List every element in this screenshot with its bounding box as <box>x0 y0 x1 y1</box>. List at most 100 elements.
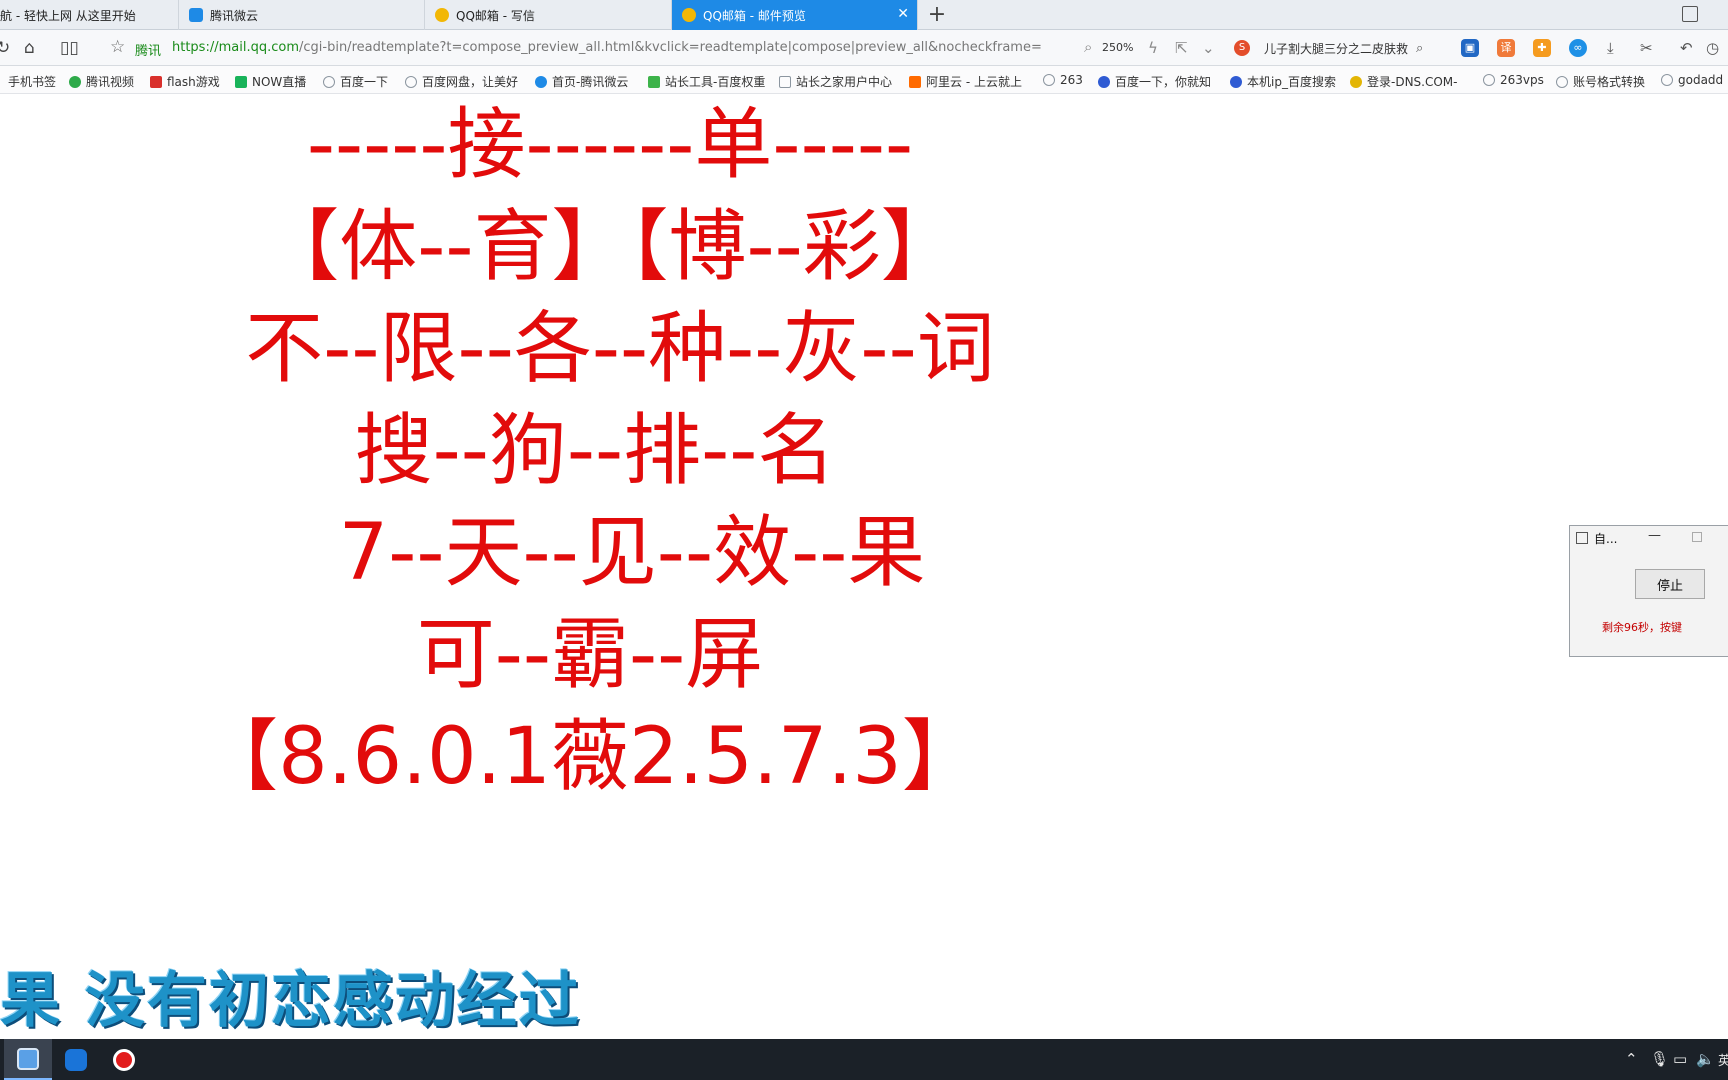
search-box[interactable]: S 儿子割大腿三分之二皮肤救 ⌕ <box>1234 36 1448 60</box>
taskbar-recorder[interactable] <box>100 1039 148 1080</box>
bookmark-label: NOW直播 <box>252 75 307 89</box>
close-tab-icon[interactable]: ✕ <box>897 6 909 22</box>
minimize-button[interactable]: — <box>1648 528 1661 543</box>
undo-icon[interactable]: ↶ <box>1680 39 1693 57</box>
bookmark-item[interactable]: 263 <box>1043 73 1083 87</box>
zoom-level: 250% <box>1102 41 1134 54</box>
download-icon[interactable]: ⤓ <box>1607 39 1614 57</box>
app-icon <box>1576 532 1588 544</box>
scissors-icon[interactable]: ✂ <box>1640 39 1653 57</box>
content-line: 【体--育】【博--彩】 <box>261 202 959 292</box>
content-line: -----接------单----- <box>306 100 914 190</box>
stop-button[interactable]: 停止 <box>1635 569 1705 599</box>
tab-3-label: QQ邮箱 - 邮件预览 <box>703 8 806 23</box>
bookmark-item[interactable]: 登录-DNS.COM- <box>1350 73 1458 90</box>
mail-preview-content: -----接------单----- 【体--育】【博--彩】 不--限--各-… <box>0 95 1728 1039</box>
cloud-icon <box>189 8 203 22</box>
globe-icon <box>1043 74 1055 86</box>
bookmark-item[interactable]: 首页-腾讯微云 <box>535 73 628 90</box>
bookmark-label: 百度网盘，让美好 <box>422 75 519 89</box>
bookmark-label: 账号格式转换 <box>1573 75 1646 89</box>
bookmark-item[interactable]: 站长工具-百度权重 <box>648 73 765 90</box>
bookmark-item[interactable]: NOW直播 <box>235 73 306 90</box>
bookmark-item[interactable]: godadd <box>1661 73 1723 87</box>
tab-strip: 航 - 轻快上网 从这里开始 腾讯微云 QQ邮箱 - 写信 QQ邮箱 - 邮件预… <box>0 0 1728 30</box>
address-bar: ↻ ⌂ ▯▯ ☆ 腾讯 https://mail.qq.com/cgi-bin/… <box>0 30 1728 66</box>
bookmark-item[interactable]: 腾讯视频 <box>69 73 134 90</box>
site-label: 腾讯 <box>135 44 162 59</box>
seo-tool-icon <box>648 75 660 88</box>
bookmark-item[interactable]: 站长之家用户中心 <box>779 73 892 90</box>
bookmark-item[interactable]: 本机ip_百度搜索 <box>1230 73 1336 90</box>
tab-2[interactable]: QQ邮箱 - 写信 <box>425 0 672 30</box>
bookmark-label: 本机ip_百度搜索 <box>1247 75 1336 89</box>
bookmark-label: 阿里云 - 上云就上 <box>926 75 1022 89</box>
kugou-icon <box>65 1048 87 1071</box>
content-line: 不--限--各--种--灰--词 <box>245 304 995 394</box>
tab-1[interactable]: 腾讯微云 <box>179 0 425 30</box>
bookmark-item[interactable]: 阿里云 - 上云就上 <box>909 73 1022 90</box>
bookmark-item[interactable]: 263vps <box>1483 73 1544 87</box>
dns-icon <box>1350 75 1362 88</box>
taskbar-browser[interactable] <box>4 1039 52 1080</box>
bookmark-label: 手机书签 <box>8 75 57 89</box>
infinity-icon[interactable]: ∞ <box>1569 39 1587 57</box>
flash-game-icon <box>150 75 162 88</box>
bookmark-item[interactable]: flash游戏 <box>150 73 220 90</box>
window-menu-icon[interactable] <box>1682 6 1698 22</box>
bookmark-label: 百度一下 <box>340 75 389 89</box>
baidu-paw-icon <box>1098 75 1110 88</box>
network-icon[interactable]: ▭ <box>1673 1050 1687 1068</box>
mini-window-title: 自... <box>1594 531 1618 546</box>
microphone-icon[interactable]: 🎙 <box>1650 1050 1669 1068</box>
taskbar-kugou[interactable] <box>52 1039 100 1080</box>
bookmark-item[interactable]: 百度网盘，让美好 <box>405 73 518 90</box>
bookmark-item[interactable]: 账号格式转换 <box>1556 73 1645 90</box>
chevron-up-icon[interactable]: ⌃ <box>1625 1050 1638 1068</box>
maximize-button[interactable] <box>1692 532 1702 542</box>
now-live-icon <box>235 75 247 88</box>
url-path: /cgi-bin/readtemplate?t=compose_preview_… <box>299 40 1042 55</box>
tab-0[interactable]: 航 - 轻快上网 从这里开始 <box>0 0 179 30</box>
content-line: 【8.6.0.1薇2.5.7.3】 <box>200 712 980 802</box>
bookmark-item[interactable]: 百度一下 <box>323 73 388 90</box>
reader-icon[interactable]: ▯▯ <box>60 38 79 58</box>
sogou-search-icon: S <box>1234 40 1250 56</box>
flash-icon[interactable]: ϟ <box>1148 39 1158 57</box>
zoom-icon[interactable]: ⌕ <box>1084 38 1092 56</box>
tab-1-label: 腾讯微云 <box>210 8 259 23</box>
bookmark-star-icon[interactable]: ☆ <box>110 37 125 57</box>
bookmark-item[interactable]: 手机书签 <box>8 73 56 90</box>
bookmark-label: 263vps <box>1500 73 1544 87</box>
home-icon[interactable]: ⌂ <box>24 38 35 58</box>
qqmail-icon <box>435 8 449 22</box>
volume-icon[interactable]: 🔈 <box>1696 1050 1715 1068</box>
extension-icon[interactable]: ▣ <box>1461 39 1479 57</box>
bookmark-label: 百度一下，你就知 <box>1115 75 1212 89</box>
browser-icon <box>17 1047 39 1070</box>
taskbar: ⌃ 🎙 ▭ 🔈 英 <box>0 1039 1728 1080</box>
video-subtitle: 果 没有初恋感动经过 <box>0 966 581 1036</box>
input-language[interactable]: 英 <box>1718 1050 1728 1069</box>
new-tab-button[interactable]: + <box>925 2 949 27</box>
game-icon[interactable]: ✚ <box>1533 39 1551 57</box>
refresh-icon[interactable]: ↻ <box>0 38 10 58</box>
cloud-icon <box>535 75 547 88</box>
url-input[interactable]: https://mail.qq.com/cgi-bin/readtemplate… <box>172 40 1064 55</box>
menu-icon[interactable]: ◷ <box>1706 39 1719 57</box>
translate-icon[interactable]: 译 <box>1497 39 1515 57</box>
bookmark-label: 263 <box>1060 73 1083 87</box>
globe-icon <box>1661 74 1673 86</box>
globe-icon <box>1483 74 1495 86</box>
share-icon[interactable]: ⇱ <box>1175 39 1188 57</box>
tab-3-active[interactable]: QQ邮箱 - 邮件预览 ✕ <box>672 0 918 30</box>
globe-icon <box>405 75 417 88</box>
chevron-down-icon[interactable]: ⌄ <box>1202 39 1215 57</box>
bookmark-label: flash游戏 <box>167 75 220 89</box>
bookmark-item[interactable]: 百度一下，你就知 <box>1098 73 1211 90</box>
tab-2-label: QQ邮箱 - 写信 <box>456 8 535 23</box>
search-icon[interactable]: ⌕ <box>1416 41 1423 56</box>
content-line: 搜--狗--排--名 <box>354 406 836 496</box>
bookmark-label: 首页-腾讯微云 <box>552 75 629 89</box>
qqmail-icon <box>682 8 696 22</box>
